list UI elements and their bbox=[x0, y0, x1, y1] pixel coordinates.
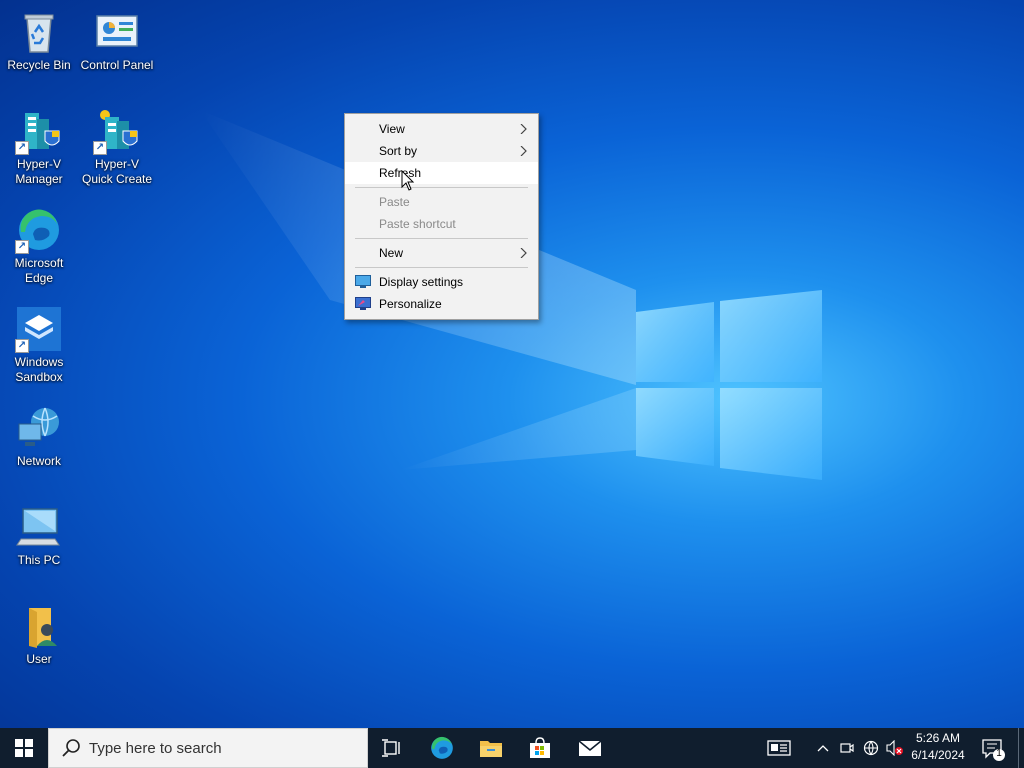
display-settings-icon bbox=[355, 275, 371, 288]
clock-time: 5:26 AM bbox=[915, 731, 961, 745]
taskbar: Type here to search 5:26 AM 6/14/2024 1 bbox=[0, 728, 1024, 768]
search-icon bbox=[62, 739, 80, 757]
taskbar-clock[interactable]: 5:26 AM 6/14/2024 bbox=[906, 730, 970, 766]
shortcut-arrow-icon: ↗ bbox=[15, 141, 29, 155]
control-panel-icon bbox=[96, 15, 138, 47]
desktop-icon-this-pc[interactable]: This PC bbox=[1, 503, 77, 568]
menu-item-refresh[interactable]: Refresh bbox=[345, 162, 538, 184]
edge-icon bbox=[431, 736, 453, 759]
desktop-icon-network[interactable]: Network bbox=[1, 404, 77, 469]
chevron-right-icon bbox=[520, 146, 527, 156]
menu-item-sort-by[interactable]: Sort by bbox=[345, 140, 538, 162]
notification-count-badge: 1 bbox=[996, 748, 1002, 759]
desktop-icon-label: Network bbox=[16, 454, 61, 468]
taskbar-store-button[interactable] bbox=[516, 728, 564, 768]
desktop-icon-label: Windows Sandbox bbox=[14, 355, 64, 384]
desktop-icon-label: Microsoft Edge bbox=[14, 256, 64, 285]
shortcut-arrow-icon: ↗ bbox=[15, 339, 29, 353]
desktop-icon-label: Hyper-V Quick Create bbox=[81, 157, 153, 186]
desktop-icon-windows-sandbox[interactable]: ↗ Windows Sandbox bbox=[1, 305, 77, 385]
desktop-icon-label: This PC bbox=[17, 553, 61, 567]
task-view-button[interactable] bbox=[368, 728, 416, 768]
shortcut-arrow-icon: ↗ bbox=[15, 240, 29, 254]
action-center-button[interactable]: 1 bbox=[980, 728, 1006, 768]
desktop-icon-label: Control Panel bbox=[80, 58, 154, 72]
desktop-icon-label: Hyper-V Manager bbox=[15, 157, 63, 186]
desktop-context-menu: View Sort by Refresh Paste Paste shortcu… bbox=[344, 113, 539, 320]
tray-volume-button[interactable] bbox=[884, 728, 906, 768]
network-icon bbox=[18, 407, 59, 446]
menu-item-paste-shortcut: Paste shortcut bbox=[345, 213, 538, 235]
desktop-icon-microsoft-edge[interactable]: ↗ Microsoft Edge bbox=[1, 206, 77, 286]
personalize-icon bbox=[355, 297, 371, 310]
menu-separator bbox=[355, 187, 528, 188]
desktop-icon-user[interactable]: User bbox=[1, 602, 77, 667]
clock-date: 6/14/2024 bbox=[911, 748, 965, 762]
menu-item-label: Personalize bbox=[379, 297, 442, 311]
desktop-icon-label: Recycle Bin bbox=[7, 58, 71, 72]
tray-network-button[interactable] bbox=[860, 728, 882, 768]
file-explorer-icon bbox=[480, 741, 502, 757]
taskbar-search-box[interactable]: Type here to search bbox=[48, 728, 368, 768]
menu-item-new[interactable]: New bbox=[345, 242, 538, 264]
mouse-pointer-icon bbox=[401, 170, 415, 191]
start-button[interactable] bbox=[0, 728, 48, 768]
chevron-up-icon bbox=[817, 745, 829, 752]
desktop-icon-recycle-bin[interactable]: Recycle Bin bbox=[1, 8, 77, 73]
menu-item-label: Display settings bbox=[379, 275, 464, 289]
windows-logo-graphic bbox=[636, 290, 822, 480]
menu-item-label: Sort by bbox=[379, 144, 418, 158]
menu-separator bbox=[355, 267, 528, 268]
windows-start-icon bbox=[15, 739, 33, 757]
menu-item-display-settings[interactable]: Display settings bbox=[345, 271, 538, 293]
menu-item-label: View bbox=[379, 122, 405, 136]
menu-item-label: Paste bbox=[379, 195, 410, 209]
menu-item-paste: Paste bbox=[345, 191, 538, 213]
taskbar-edge-button[interactable] bbox=[418, 728, 466, 768]
chevron-right-icon bbox=[520, 124, 527, 134]
taskbar-file-explorer-button[interactable] bbox=[467, 728, 515, 768]
tray-meet-now-button[interactable] bbox=[836, 728, 858, 768]
desktop-icon-hyper-v-quick-create[interactable]: ↗ Hyper-V Quick Create bbox=[79, 107, 155, 187]
globe-network-icon bbox=[863, 740, 879, 756]
menu-item-view[interactable]: View bbox=[345, 118, 538, 140]
shortcut-arrow-icon: ↗ bbox=[93, 141, 107, 155]
menu-item-label: Paste shortcut bbox=[379, 217, 456, 231]
task-view-icon bbox=[382, 739, 400, 757]
chevron-right-icon bbox=[520, 248, 527, 258]
taskbar-mail-button[interactable] bbox=[566, 728, 614, 768]
volume-muted-icon bbox=[886, 740, 903, 756]
microsoft-store-icon bbox=[530, 737, 550, 758]
menu-item-label: New bbox=[379, 246, 404, 260]
camera-icon bbox=[840, 743, 854, 753]
menu-item-personalize[interactable]: Personalize bbox=[345, 293, 538, 315]
show-hidden-icons-button[interactable] bbox=[812, 728, 834, 768]
show-desktop-button[interactable] bbox=[1018, 728, 1019, 768]
recycle-bin-icon bbox=[24, 14, 54, 53]
menu-separator bbox=[355, 238, 528, 239]
desktop-icon-hyper-v-manager[interactable]: ↗ Hyper-V Manager bbox=[1, 107, 77, 187]
mail-icon bbox=[578, 740, 602, 756]
news-and-interests-button[interactable] bbox=[760, 728, 798, 768]
desktop-icon-control-panel[interactable]: Control Panel bbox=[79, 8, 155, 73]
this-pc-icon bbox=[16, 508, 60, 546]
search-placeholder: Type here to search bbox=[89, 739, 222, 757]
desktop-icon-label: User bbox=[26, 652, 52, 666]
news-icon bbox=[767, 740, 791, 756]
user-folder-icon bbox=[29, 608, 57, 648]
